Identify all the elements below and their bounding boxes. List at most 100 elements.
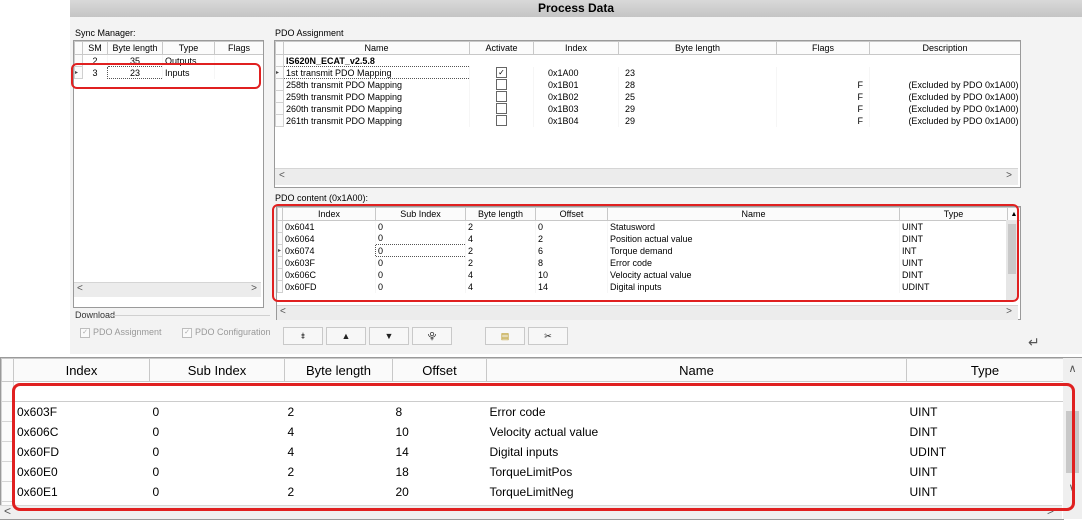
download-divider [110,315,270,316]
return-arrow-icon: ↵ [1028,334,1040,351]
pdo-assignment-hscrollbar[interactable]: < > [275,168,1018,185]
pdo-bytelength-cell: 28 [619,79,777,91]
scroll-left-icon[interactable]: < [279,170,285,181]
sm-bytelength-col-header[interactable]: Byte length [108,42,163,55]
pdo-bytelength-cell: 29 [619,115,777,127]
delete-entry-button[interactable]: ✂ [528,327,568,345]
sync-manager-label: Sync Manager: [75,28,136,38]
pdo-assignment-checkbox[interactable]: ✓PDO Assignment [80,327,162,338]
move-top-icon: ⯒ [301,331,305,341]
move-top-button[interactable]: ⯒ [283,327,323,345]
pdo-bytelength-cell: 29 [619,103,777,115]
zoom-offset-col-header[interactable]: Offset [393,359,487,382]
pdo-activate-cell [470,79,534,91]
pdo-index-cell: 0x1B01 [534,79,619,91]
scroll-right-icon[interactable]: > [1006,306,1012,317]
pdo-description-cell: (Excluded by PDO 0x1A00) [870,103,1021,115]
pa-flags-col-header[interactable]: Flags [777,42,870,55]
sm-type-col-header[interactable]: Type [163,42,215,55]
new-entry-icon: ▤ [501,331,510,341]
pdo-description-cell: (Excluded by PDO 0x1A00) [870,115,1021,127]
pdo-name-cell: 258th transmit PDO Mapping [284,79,470,91]
move-bottom-button[interactable]: ⯓ [412,327,452,345]
pdo-assignment-row[interactable]: 261th transmit PDO Mapping 0x1B0429F(Excl… [276,115,1021,127]
pdo-index-cell: 0x1A00 [534,67,619,79]
pdo-name-cell: 261th transmit PDO Mapping [284,115,470,127]
pa-bytelength-col-header[interactable]: Byte length [619,42,777,55]
pa-group-row: IS620N_ECAT_v2.5.8 [276,55,1021,67]
pdo-index-cell: 0x1B04 [534,115,619,127]
move-down-button[interactable]: ▼ [369,327,409,345]
sm-col-header[interactable]: SM [83,42,108,55]
pdo-description-cell: (Excluded by PDO 0x1A00) [870,79,1021,91]
pdo-activate-cell [470,103,534,115]
activate-checkbox-checked[interactable]: ✓ [496,67,507,78]
activate-checkbox[interactable] [496,103,507,114]
window-title: Process Data [70,0,1082,17]
row-header[interactable] [276,79,284,91]
pdo-activate-cell: ✓ [470,67,534,79]
pdo-configuration-checkbox[interactable]: ✓PDO Configuration [182,327,271,338]
row-header[interactable] [276,115,284,127]
pdo-flags-cell: F [777,91,870,103]
pdo-assignment-row[interactable]: 259th transmit PDO Mapping 0x1B0225F(Excl… [276,91,1021,103]
pdo-assignment-row[interactable]: 260th transmit PDO Mapping 0x1B0329F(Excl… [276,103,1021,115]
pdo-activate-cell [470,91,534,103]
row-header[interactable]: ▸ [276,67,284,79]
sync-manager-hscrollbar[interactable]: < > [74,282,261,297]
sm-flags-col-header[interactable]: Flags [215,42,264,55]
pa-description-col-header[interactable]: Description [870,42,1021,55]
row-header[interactable] [276,103,284,115]
move-bottom-icon: ⯓ [428,331,437,341]
pa-name-col-header[interactable]: Name [284,42,470,55]
pdo-content-hscrollbar[interactable]: < > [277,305,1018,320]
pdo-bytelength-cell: 25 [619,91,777,103]
pdo-index-cell: 0x1B03 [534,103,619,115]
pdo-configuration-checkbox-label: PDO Configuration [195,327,271,337]
zoom-index-col-header[interactable]: Index [14,359,150,382]
pa-group-label: IS620N_ECAT_v2.5.8 [284,55,1021,67]
pdo-flags-cell: F [777,103,870,115]
pdo-flags-cell: F [777,79,870,91]
checkmark-icon: ✓ [80,328,90,338]
move-down-icon: ▼ [385,331,394,341]
scroll-left-icon[interactable]: < [4,504,11,518]
sm-corner-header [75,42,83,55]
pdo-activate-cell [470,115,534,127]
pdo-name-cell: 1st transmit PDO Mapping [284,67,470,79]
activate-checkbox[interactable] [496,115,507,126]
row-header[interactable] [276,91,284,103]
move-up-button[interactable]: ▲ [326,327,366,345]
zoom-type-col-header[interactable]: Type [907,359,1064,382]
scroll-right-icon[interactable]: > [251,283,257,294]
sync-manager-highlight [71,63,261,89]
pdo-flags-cell: F [777,115,870,127]
zoom-corner-header [2,359,14,382]
scroll-up-icon[interactable]: ∧ [1063,362,1082,375]
pdo-assignment-checkbox-label: PDO Assignment [93,327,162,337]
pdo-assignment-row[interactable]: 258th transmit PDO Mapping 0x1B0128F(Excl… [276,79,1021,91]
zoom-name-col-header[interactable]: Name [487,359,907,382]
scroll-right-icon[interactable]: > [1006,170,1012,181]
new-entry-button[interactable]: ▤ [485,327,525,345]
zoom-subindex-col-header[interactable]: Sub Index [150,359,285,382]
scroll-left-icon[interactable]: < [280,306,286,317]
delete-icon: ✂ [544,331,552,341]
pa-corner-header [276,42,284,55]
pdo-name-cell: 260th transmit PDO Mapping [284,103,470,115]
pdo-assignment-row[interactable]: ▸1st transmit PDO Mapping ✓ 0x1A0023 [276,67,1021,79]
pdo-name-cell: 259th transmit PDO Mapping [284,91,470,103]
pa-index-col-header[interactable]: Index [534,42,619,55]
pdo-flags-cell [777,67,870,79]
pdo-bytelength-cell: 23 [619,67,777,79]
zoom-bytelength-col-header[interactable]: Byte length [285,359,393,382]
checkmark-icon: ✓ [182,328,192,338]
pdo-content-highlight [272,204,1019,302]
activate-checkbox[interactable] [496,79,507,90]
pdo-description-cell: (Excluded by PDO 0x1A00) [870,91,1021,103]
activate-checkbox[interactable] [496,91,507,102]
pdo-index-cell: 0x1B02 [534,91,619,103]
pa-activate-col-header[interactable]: Activate [470,42,534,55]
move-up-icon: ▲ [342,331,351,341]
scroll-left-icon[interactable]: < [77,283,83,294]
